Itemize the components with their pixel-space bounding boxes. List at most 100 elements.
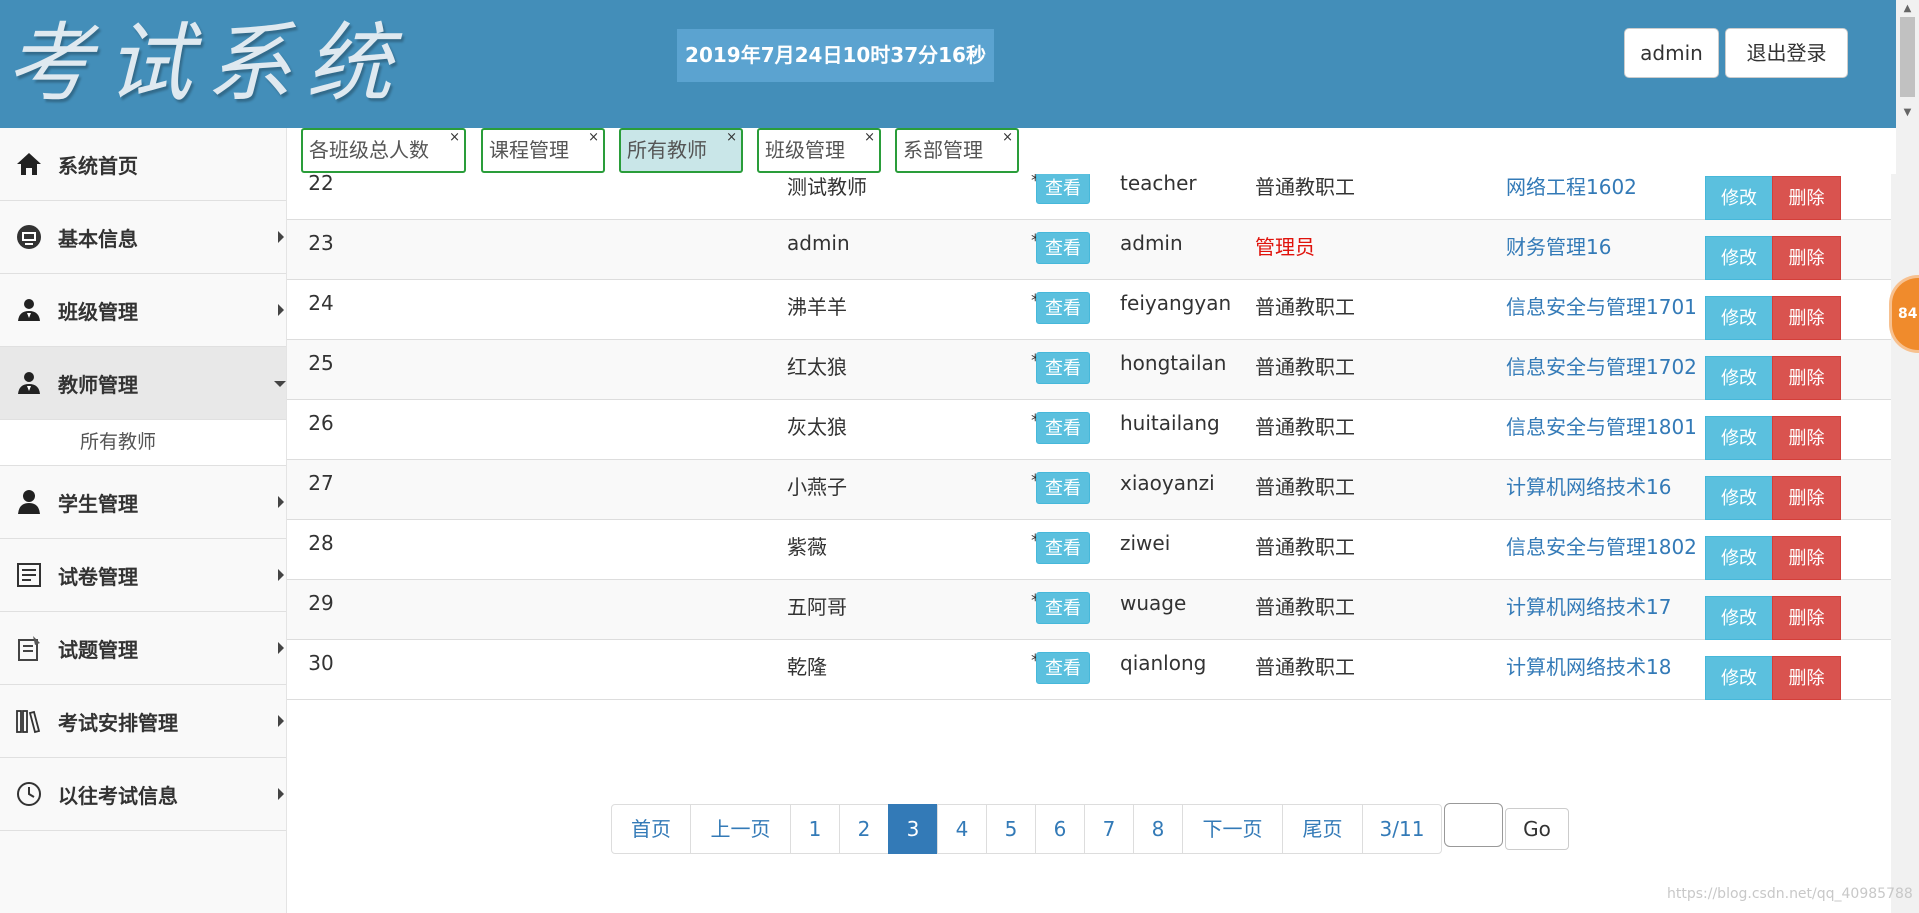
- sidebar-item-label: 基本信息: [58, 226, 138, 251]
- table-row: 23adminadmin******查看管理员财务管理16修改删除: [287, 220, 1896, 280]
- view-password-button[interactable]: 查看: [1036, 652, 1090, 684]
- delete-button[interactable]: 删除: [1772, 296, 1841, 340]
- pagination-page[interactable]: 8: [1133, 804, 1183, 854]
- delete-button[interactable]: 删除: [1772, 236, 1841, 280]
- chevron-right-icon: [278, 788, 284, 800]
- delete-button[interactable]: 删除: [1772, 356, 1841, 400]
- floating-badge[interactable]: 84: [1892, 278, 1919, 350]
- teacher-id: 28: [308, 531, 334, 555]
- sidebar-item-teacher-management[interactable]: 教师管理: [0, 347, 286, 420]
- view-password-button[interactable]: 查看: [1036, 412, 1090, 444]
- sidebar-item-basic-info[interactable]: 基本信息: [0, 201, 286, 274]
- edit-button[interactable]: 修改: [1705, 536, 1773, 580]
- chevron-right-icon: [278, 715, 284, 727]
- page-scrollbar[interactable]: ▲ ▼: [1896, 0, 1919, 913]
- user-button[interactable]: admin: [1624, 28, 1719, 78]
- sidebar-item-class-management[interactable]: 班级管理: [0, 274, 286, 347]
- view-password-button[interactable]: 查看: [1036, 472, 1090, 504]
- view-password-button[interactable]: 查看: [1036, 532, 1090, 564]
- sidebar-subitem-all-teachers[interactable]: 所有教师: [0, 420, 286, 466]
- sidebar-item-paper-management[interactable]: 试卷管理: [0, 539, 286, 612]
- users-icon: [14, 295, 44, 325]
- watermark: https://blog.csdn.net/qq_40985788: [1667, 886, 1913, 902]
- tab-course-management[interactable]: 课程管理 ×: [481, 128, 605, 173]
- pagination-page[interactable]: 2: [839, 804, 889, 854]
- edit-button[interactable]: 修改: [1705, 296, 1773, 340]
- table-row: 25红太狼hongtailan******查看普通教职工信息安全与管理1702修…: [287, 340, 1896, 400]
- tab-all-teachers[interactable]: 所有教师 ×: [619, 128, 743, 173]
- delete-button[interactable]: 删除: [1772, 476, 1841, 520]
- scrollbar-thumb[interactable]: [1900, 17, 1915, 97]
- table-row: 28紫薇ziwei******查看普通教职工信息安全与管理1802修改删除: [287, 520, 1896, 580]
- close-icon[interactable]: ×: [864, 117, 875, 158]
- edit-button[interactable]: 修改: [1705, 476, 1773, 520]
- edit-button[interactable]: 修改: [1705, 356, 1773, 400]
- sidebar-item-question-management[interactable]: 试题管理: [0, 612, 286, 685]
- table-row: 29五阿哥wuage******查看普通教职工计算机网络技术17修改删除: [287, 580, 1896, 640]
- edit-button[interactable]: 修改: [1705, 236, 1773, 280]
- paper-icon: [14, 560, 44, 590]
- view-password-button[interactable]: 查看: [1036, 592, 1090, 624]
- tab-class-management[interactable]: 班级管理 ×: [757, 128, 881, 173]
- edit-button[interactable]: 修改: [1705, 416, 1773, 460]
- sidebar-item-label: 班级管理: [58, 299, 138, 324]
- scroll-up-icon[interactable]: ▲: [1896, 0, 1919, 17]
- teacher-id: 24: [308, 291, 334, 315]
- sidebar: 系统首页 基本信息 班级管理 教师管理 所有教师 学生管理 试卷管理 试题管理 …: [0, 128, 287, 913]
- delete-button[interactable]: 删除: [1772, 536, 1841, 580]
- page-number-input[interactable]: [1444, 803, 1503, 847]
- teacher-id: 26: [308, 411, 334, 435]
- sidebar-item-exam-schedule[interactable]: 考试安排管理: [0, 685, 286, 758]
- chevron-right-icon: [278, 569, 284, 581]
- id-card-icon: [14, 222, 44, 252]
- table-row: 26灰太狼huitailang******查看普通教职工信息安全与管理1801修…: [287, 400, 1896, 460]
- pagination-page-current[interactable]: 3: [888, 804, 938, 854]
- pagination-page[interactable]: 5: [986, 804, 1036, 854]
- sidebar-item-home[interactable]: 系统首页: [0, 128, 286, 201]
- close-icon[interactable]: ×: [449, 117, 460, 158]
- delete-button[interactable]: 删除: [1772, 596, 1841, 640]
- pagination-first[interactable]: 首页: [611, 804, 691, 854]
- delete-button[interactable]: 删除: [1772, 176, 1841, 220]
- chevron-right-icon: [278, 642, 284, 654]
- pagination-page[interactable]: 4: [937, 804, 987, 854]
- sidebar-item-label: 教师管理: [58, 372, 138, 397]
- tab-department-management[interactable]: 系部管理 ×: [895, 128, 1019, 173]
- table-scrollbar[interactable]: ▲: [1891, 174, 1896, 913]
- sidebar-item-past-exams[interactable]: 以往考试信息: [0, 758, 286, 831]
- scroll-up-icon[interactable]: ▲: [1891, 176, 1896, 187]
- view-password-button[interactable]: 查看: [1036, 292, 1090, 324]
- scroll-down-icon[interactable]: ▼: [1896, 104, 1919, 121]
- chevron-down-icon: [274, 381, 286, 387]
- close-icon[interactable]: ×: [588, 117, 599, 158]
- edit-button[interactable]: 修改: [1705, 596, 1773, 640]
- sidebar-item-student-management[interactable]: 学生管理: [0, 466, 286, 539]
- current-datetime: 2019年7月24日10时37分16秒: [677, 29, 994, 82]
- teacher-id: 27: [308, 471, 334, 495]
- pagination-prev[interactable]: 上一页: [690, 804, 791, 854]
- table-row: 24沸羊羊feiyangyan******查看普通教职工信息安全与管理1701修…: [287, 280, 1896, 340]
- system-logo: 考试系统: [6, 14, 406, 114]
- close-icon[interactable]: ×: [726, 117, 737, 158]
- question-icon: [14, 633, 44, 663]
- close-icon[interactable]: ×: [1002, 117, 1013, 158]
- pagination-page[interactable]: 6: [1035, 804, 1085, 854]
- edit-button[interactable]: 修改: [1705, 656, 1773, 700]
- view-password-button[interactable]: 查看: [1036, 232, 1090, 264]
- pagination-page[interactable]: 7: [1084, 804, 1134, 854]
- go-button[interactable]: Go: [1505, 808, 1569, 850]
- view-password-button[interactable]: 查看: [1036, 352, 1090, 384]
- tab-label: 课程管理: [489, 138, 569, 162]
- logout-button[interactable]: 退出登录: [1725, 28, 1848, 78]
- delete-button[interactable]: 删除: [1772, 416, 1841, 460]
- teacher-icon: [14, 368, 44, 398]
- pagination-page[interactable]: 1: [790, 804, 840, 854]
- view-password-button[interactable]: 查看: [1036, 174, 1090, 204]
- edit-button[interactable]: 修改: [1705, 176, 1773, 220]
- teacher-table: 22测试教师teacher******查看普通教职工网络工程1602修改删除23…: [287, 174, 1896, 913]
- pagination-next[interactable]: 下一页: [1182, 804, 1283, 854]
- tab-class-totals[interactable]: 各班级总人数 ×: [301, 128, 466, 173]
- delete-button[interactable]: 删除: [1772, 656, 1841, 700]
- pagination-last[interactable]: 尾页: [1282, 804, 1363, 854]
- teacher-id: 23: [308, 231, 334, 255]
